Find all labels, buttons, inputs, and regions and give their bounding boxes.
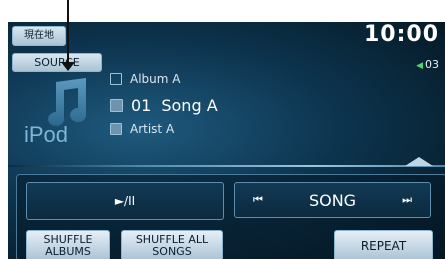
song-row: 01 Song A (110, 96, 218, 115)
next-icon[interactable]: ⏭ (402, 193, 412, 207)
shuffle-albums-label: SHUFFLE ALBUMS (43, 232, 93, 258)
ipod-art-text: iPod (24, 122, 68, 147)
play-pause-button[interactable]: ►/II (26, 182, 224, 220)
clock: 10:00 (363, 22, 439, 47)
song-seek-button[interactable]: ⏮ SONG ⏭ (234, 182, 431, 218)
callout-arrow-icon (61, 62, 75, 71)
repeat-button[interactable]: REPEAT (334, 230, 433, 259)
shuffle-all-songs-label: SHUFFLE ALL SONGS (135, 232, 209, 258)
song-label: SONG (308, 190, 357, 210)
song-title: Song A (161, 96, 218, 115)
album-icon (110, 73, 122, 85)
shuffle-albums-button[interactable]: SHUFFLE ALBUMS (26, 230, 110, 259)
source-button[interactable]: SOURCE (12, 53, 102, 72)
panel-toggle-icon[interactable] (405, 157, 433, 166)
speaker-icon: ◀ (416, 61, 423, 71)
artist-row: Artist A (110, 122, 174, 136)
divider (8, 165, 445, 167)
ipod-art-icon: iPod (24, 78, 87, 147)
audio-screen: 現在地 10:00 SOURCE ◀ 03 iPod Album A 01 Son… (8, 22, 445, 259)
artist-icon (110, 123, 122, 135)
shuffle-all-songs-button[interactable]: SHUFFLE ALL SONGS (121, 230, 223, 259)
track-number: 01 (131, 96, 152, 115)
artist-name: Artist A (130, 122, 175, 136)
song-icon (110, 99, 123, 112)
previous-icon[interactable]: ⏮ (253, 193, 263, 207)
current-location-button[interactable]: 現在地 (12, 26, 66, 46)
callout-line (67, 0, 69, 64)
volume-indicator: ◀ 03 (416, 58, 439, 71)
volume-level: 03 (425, 58, 439, 71)
album-name: Album A (130, 72, 181, 86)
album-row: Album A (110, 72, 180, 86)
